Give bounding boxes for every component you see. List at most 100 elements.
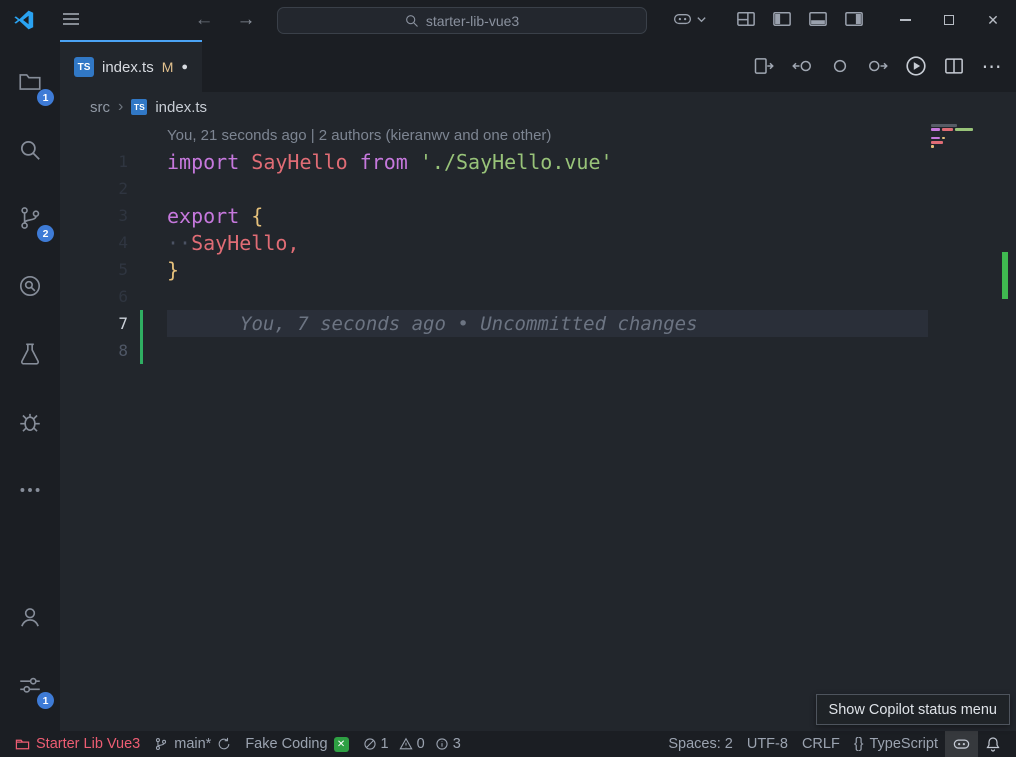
manage-button[interactable]: 1 xyxy=(8,663,54,709)
editor[interactable]: You, 21 seconds ago | 2 authors (kieranw… xyxy=(60,122,1016,731)
line-number: 3 xyxy=(118,206,128,225)
copilot-status-button[interactable] xyxy=(945,731,978,757)
run-file-icon[interactable] xyxy=(904,54,928,78)
command-center-search[interactable]: starter-lib-vue3 xyxy=(277,7,647,34)
more-actions-icon[interactable]: ⋯ xyxy=(980,54,1004,78)
line-number: 8 xyxy=(118,341,128,360)
tab-index-ts[interactable]: TS index.ts M ● xyxy=(60,40,203,92)
overview-ruler-added-marker xyxy=(1002,252,1008,299)
sidebar-item-gitlens-inspect[interactable] xyxy=(8,264,52,308)
warning-icon xyxy=(399,737,413,750)
breadcrumb-separator-icon: › xyxy=(118,98,124,115)
language-indicator[interactable]: {} TypeScript xyxy=(847,731,945,757)
tab-bar: TS index.ts M ● ⋯ xyxy=(60,40,1016,92)
sidebar-item-debug[interactable] xyxy=(8,400,52,444)
inline-blame: You, 7 seconds ago • Uncommitted changes xyxy=(240,312,698,335)
editor-actions: ⋯ xyxy=(752,40,1016,92)
line-number: 1 xyxy=(118,152,128,171)
error-icon xyxy=(363,738,376,750)
title-bar: ← → starter-lib-vue3 ✕ xyxy=(0,0,1016,40)
typescript-file-icon: TS xyxy=(131,99,148,115)
explorer-badge: 1 xyxy=(37,89,54,106)
code-line[interactable]: 3 export { xyxy=(60,202,1016,229)
gutter-change-indicator xyxy=(140,256,143,283)
sidebar-item-source-control[interactable]: 2 xyxy=(8,196,54,242)
sidebar-item-explorer[interactable]: 1 xyxy=(8,60,54,106)
sidebar-item-search[interactable] xyxy=(8,128,52,172)
tooltip: Show Copilot status menu xyxy=(815,694,1010,725)
search-icon xyxy=(405,14,418,27)
task-indicator[interactable]: Fake Coding ✕ xyxy=(238,731,355,757)
warning-count: 0 xyxy=(416,736,425,752)
line-number: 4 xyxy=(118,233,128,252)
sidebar-item-testing[interactable] xyxy=(8,332,52,376)
close-button[interactable]: ✕ xyxy=(976,0,1010,40)
notifications-button[interactable] xyxy=(978,731,1008,757)
manage-badge: 1 xyxy=(37,692,54,709)
branch-indicator[interactable]: main* xyxy=(147,731,238,757)
toggle-panel-icon[interactable] xyxy=(808,9,828,29)
account-icon xyxy=(21,608,39,627)
gitlens-inspect-icon xyxy=(19,275,41,297)
code-line[interactable]: 4 · · SayHello, xyxy=(60,229,1016,256)
folder-icon xyxy=(15,739,30,749)
encoding-indicator[interactable]: UTF-8 xyxy=(740,731,795,757)
git-branch-icon xyxy=(156,738,167,750)
gitlens-codelens[interactable]: You, 21 seconds ago | 2 authors (kieranw… xyxy=(60,122,1016,148)
status-bar: Starter Lib Vue3 main* Fake Coding ✕ 1 0… xyxy=(0,731,1016,757)
code-line[interactable]: 1 import SayHello from './SayHello.vue' xyxy=(60,148,1016,175)
vscode-window: ← → starter-lib-vue3 ✕ 1 2 1 TS index.ts… xyxy=(0,0,1016,757)
copilot-icon xyxy=(673,14,692,25)
code-line[interactable]: 2 xyxy=(60,175,1016,202)
code-line[interactable]: 7 You, 7 seconds ago • Uncommitted change… xyxy=(60,310,1016,337)
problems-indicator[interactable]: 1 0 3 xyxy=(356,731,474,757)
gutter-change-indicator xyxy=(140,148,143,175)
eol-indicator[interactable]: CRLF xyxy=(795,731,847,757)
sync-icon xyxy=(219,737,230,750)
scm-badge: 2 xyxy=(37,225,54,242)
workspace-indicator[interactable]: Starter Lib Vue3 xyxy=(8,731,147,757)
minimap[interactable] xyxy=(928,124,1000,150)
search-icon xyxy=(21,141,40,160)
info-count: 3 xyxy=(452,736,461,752)
chevron-down-icon xyxy=(697,17,706,23)
bug-icon xyxy=(20,413,40,432)
menu-icon[interactable] xyxy=(62,11,80,27)
breadcrumb-dir[interactable]: src xyxy=(90,99,110,116)
customize-layout-icon[interactable] xyxy=(736,9,756,29)
braces-icon: {} xyxy=(853,736,864,752)
code-line[interactable]: 5} xyxy=(60,256,1016,283)
previous-change-icon[interactable] xyxy=(790,54,814,78)
maximize-button[interactable] xyxy=(932,0,966,40)
layout-controls xyxy=(736,9,864,29)
sidebar-item-additional-views[interactable] xyxy=(8,468,52,512)
nav-forward-icon[interactable]: → xyxy=(232,6,260,34)
info-icon xyxy=(436,738,448,750)
copilot-menu-button[interactable] xyxy=(672,9,707,30)
more-icon xyxy=(20,488,40,492)
gutter-change-indicator xyxy=(140,202,143,229)
breadcrumb: src › TS index.ts xyxy=(60,92,1016,122)
code-line[interactable]: 8 xyxy=(60,337,1016,364)
bell-icon xyxy=(986,737,1000,752)
accounts-button[interactable] xyxy=(8,595,52,639)
minimize-button[interactable] xyxy=(888,0,922,40)
toggle-blame-icon[interactable] xyxy=(828,54,852,78)
code-lines: 1 import SayHello from './SayHello.vue' 2 3… xyxy=(60,148,1016,364)
task-check-icon: ✕ xyxy=(333,736,349,752)
open-changes-icon[interactable] xyxy=(752,54,776,78)
nav-back-icon[interactable]: ← xyxy=(190,6,218,34)
next-change-icon[interactable] xyxy=(866,54,890,78)
beaker-icon xyxy=(20,343,40,365)
code-line[interactable]: 6 xyxy=(60,283,1016,310)
search-value: starter-lib-vue3 xyxy=(425,12,520,29)
dirty-indicator[interactable]: ● xyxy=(181,61,188,73)
gutter-change-indicator xyxy=(140,283,143,310)
toggle-sidebar-left-icon[interactable] xyxy=(772,9,792,29)
git-modified-badge: M xyxy=(161,59,174,75)
indent-indicator[interactable]: Spaces: 2 xyxy=(661,731,740,757)
activity-bar: 1 2 1 xyxy=(0,40,60,731)
breadcrumb-file[interactable]: index.ts xyxy=(155,99,207,116)
toggle-sidebar-right-icon[interactable] xyxy=(844,9,864,29)
split-editor-icon[interactable] xyxy=(942,54,966,78)
